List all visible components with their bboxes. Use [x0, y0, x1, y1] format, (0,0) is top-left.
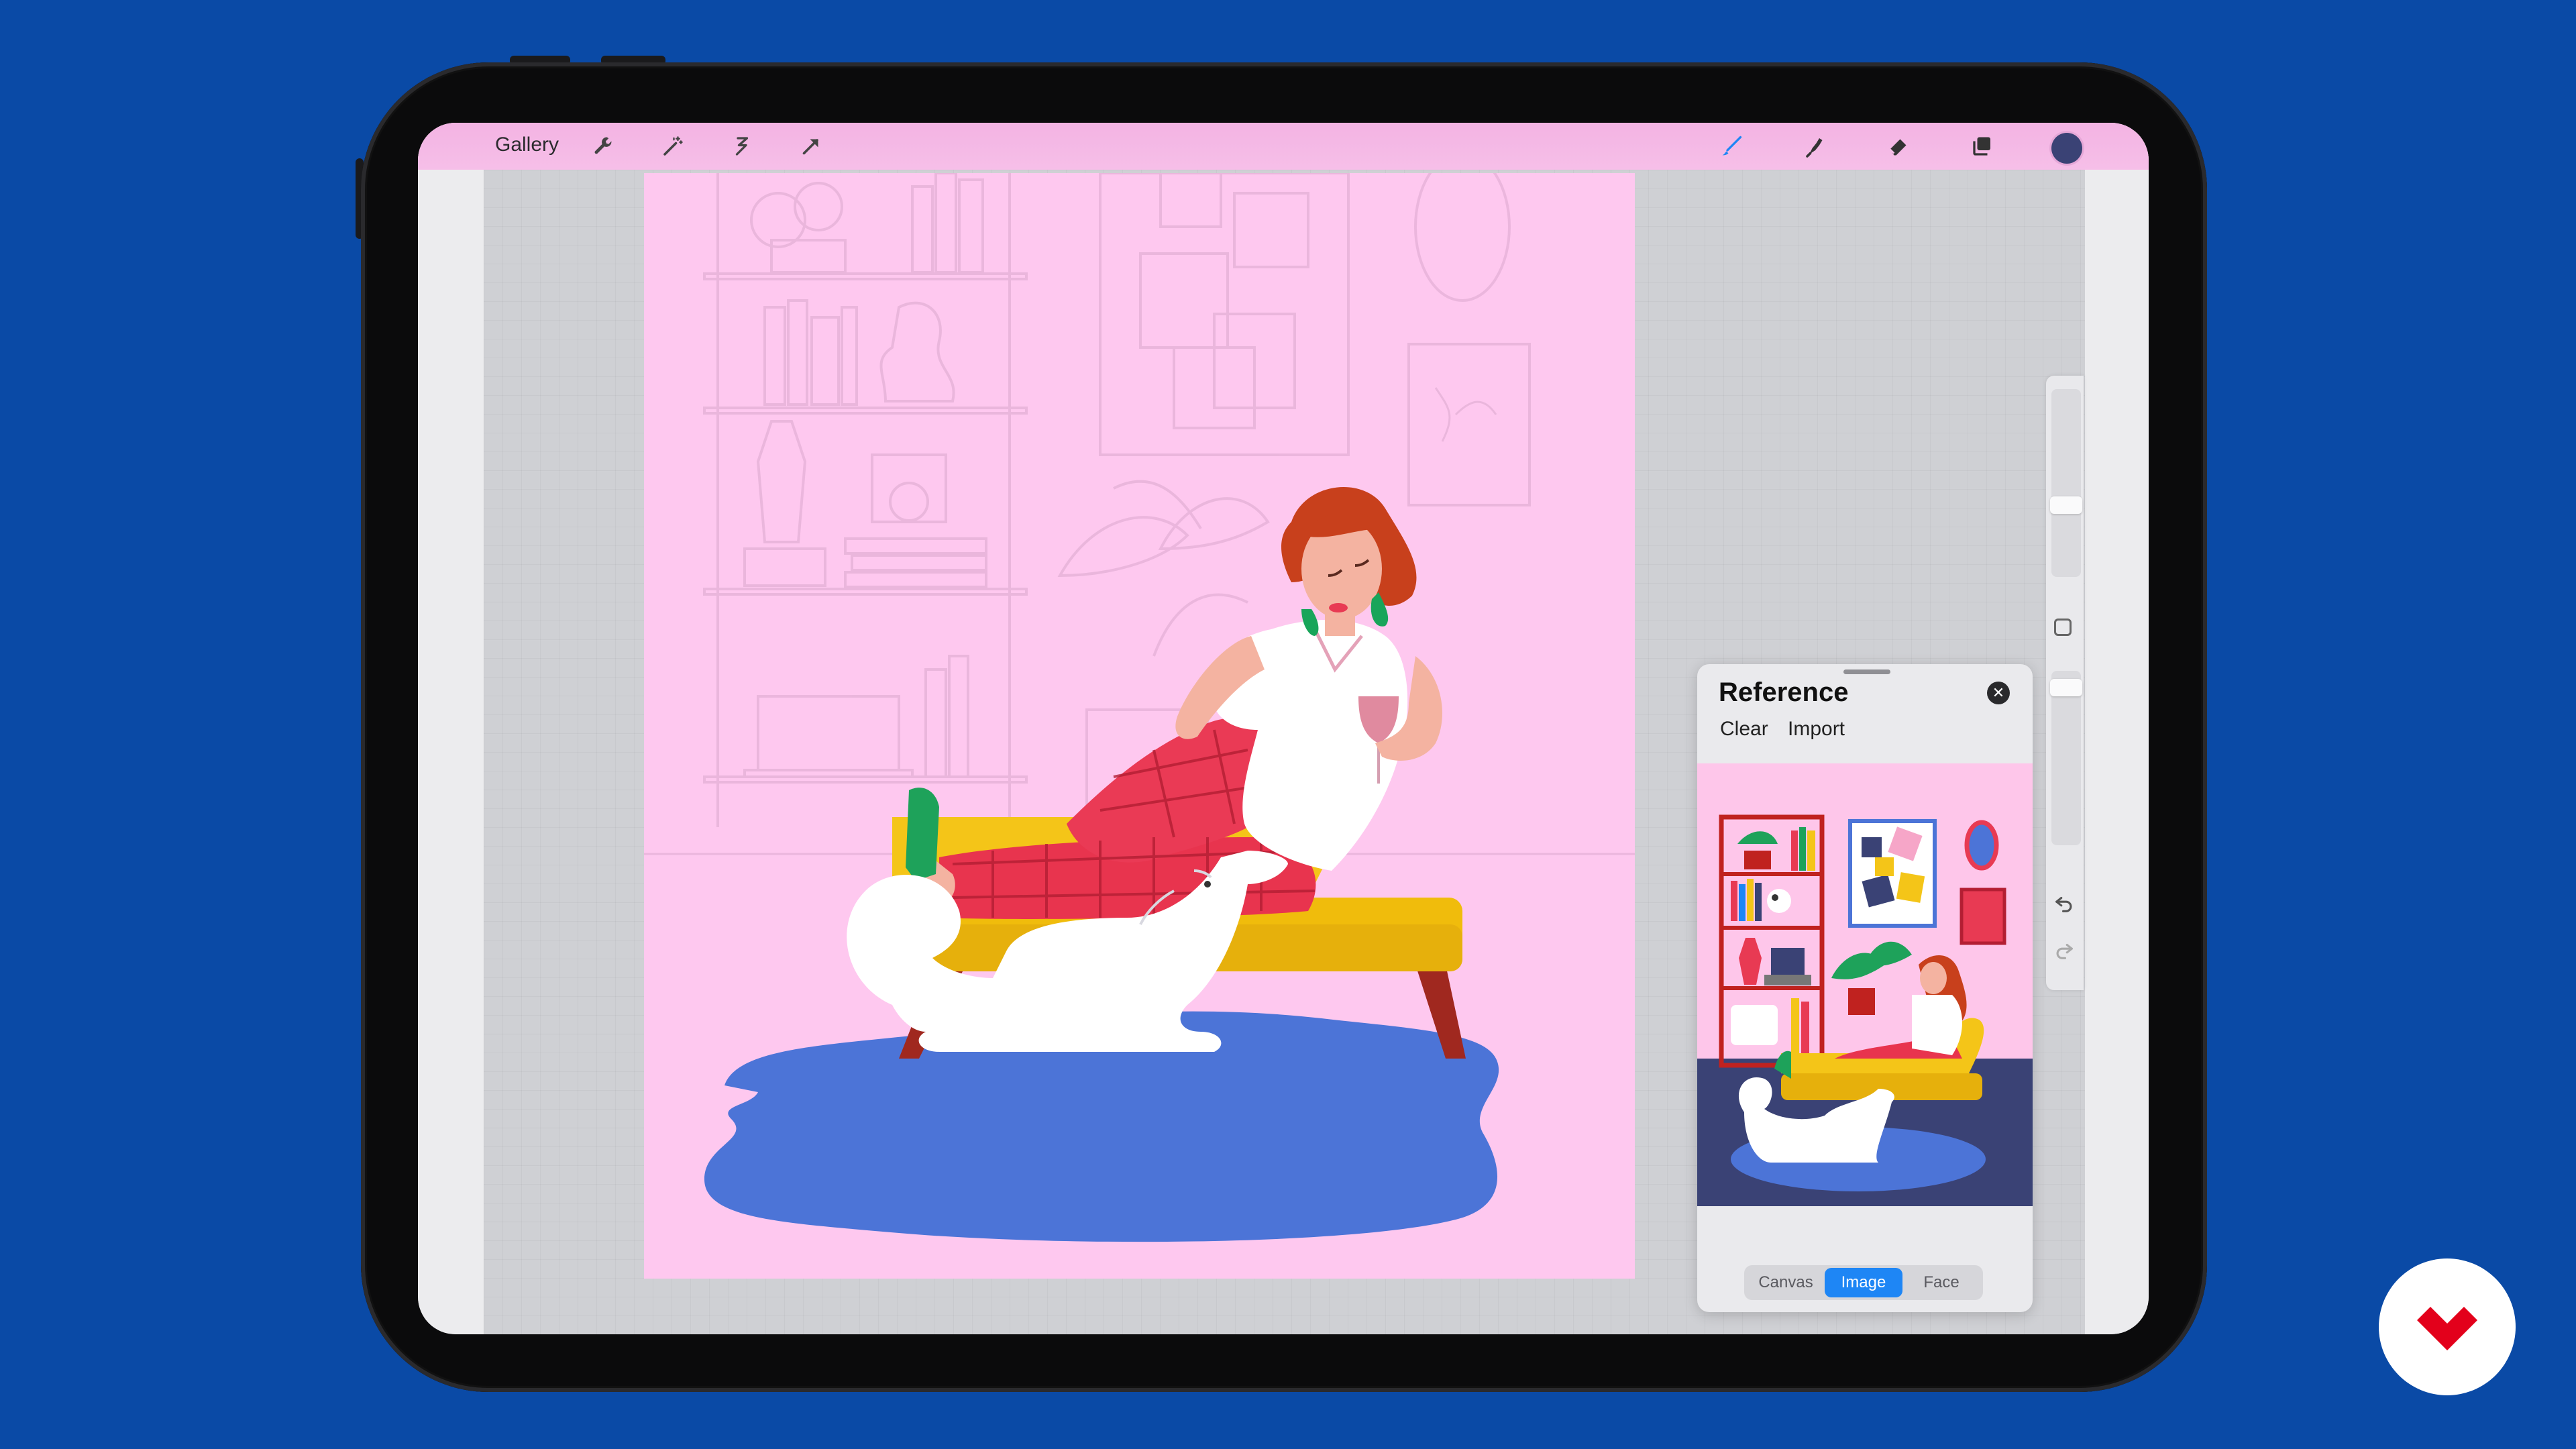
- magic-wand-icon[interactable]: [658, 131, 688, 161]
- smudge-icon[interactable]: [1801, 131, 1830, 161]
- opacity-slider[interactable]: [2051, 671, 2081, 845]
- reference-image: [1697, 763, 2033, 1206]
- layers-icon[interactable]: [1968, 131, 1997, 161]
- brand-logo-badge: [2379, 1258, 2516, 1395]
- eraser-icon[interactable]: [1884, 131, 1914, 161]
- domestika-logo-icon: [2417, 1307, 2477, 1350]
- brush-size-opacity-sidebar: [2046, 376, 2084, 990]
- import-button[interactable]: Import: [1788, 718, 1845, 741]
- top-toolbar: Gallery: [418, 123, 2149, 170]
- color-picker-swatch[interactable]: [2051, 133, 2082, 164]
- reference-title: Reference: [1719, 678, 1849, 707]
- wrench-icon[interactable]: [589, 131, 619, 161]
- panel-grabber[interactable]: [1843, 669, 1890, 674]
- redo-icon[interactable]: [2053, 939, 2076, 962]
- transform-arrow-icon[interactable]: [796, 131, 826, 161]
- selection-icon[interactable]: [727, 131, 757, 161]
- modify-square-icon[interactable]: [2054, 619, 2072, 636]
- screen-left-margin: [418, 123, 484, 1334]
- gallery-button[interactable]: Gallery: [495, 133, 559, 156]
- clear-button[interactable]: Clear: [1720, 718, 1768, 741]
- brush-icon[interactable]: [1717, 131, 1746, 161]
- tab-canvas[interactable]: Canvas: [1747, 1268, 1825, 1297]
- tab-face[interactable]: Face: [1902, 1268, 1980, 1297]
- undo-icon[interactable]: [2053, 892, 2076, 915]
- tab-image[interactable]: Image: [1825, 1268, 1902, 1297]
- reference-mode-segmented-control: Canvas Image Face: [1744, 1265, 1983, 1300]
- opacity-handle[interactable]: [2050, 679, 2082, 696]
- illustration-woman-on-chaise: [644, 173, 1635, 1242]
- close-icon[interactable]: ✕: [1987, 682, 2010, 704]
- artwork-canvas[interactable]: [644, 173, 1635, 1279]
- brush-size-handle[interactable]: [2050, 496, 2082, 514]
- reference-panel: Reference ✕ Clear Import Canvas Image Fa…: [1697, 664, 2033, 1312]
- screen-right-margin: [2085, 123, 2149, 1334]
- brush-size-slider[interactable]: [2051, 389, 2081, 577]
